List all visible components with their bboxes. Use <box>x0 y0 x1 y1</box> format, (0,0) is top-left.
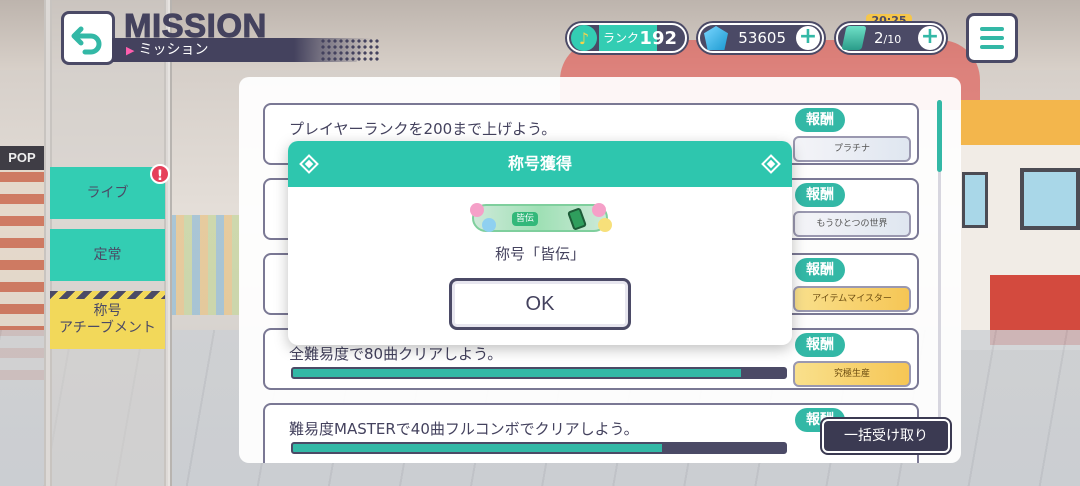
dialog-header: 称号獲得 <box>288 141 792 187</box>
flower-icon <box>470 203 484 217</box>
title-plate: 皆伝 <box>470 203 612 232</box>
title-plate-tag: 皆伝 <box>512 212 538 226</box>
ok-button[interactable]: OK <box>449 278 631 330</box>
dialog-message: 称号「皆伝」 <box>494 245 585 263</box>
dialog-title: 称号獲得 <box>507 154 572 173</box>
can-icon <box>567 207 587 231</box>
diamond-icon <box>761 154 781 174</box>
flower-icon <box>592 203 606 217</box>
flower-icon <box>482 218 496 232</box>
diamond-icon <box>299 154 319 174</box>
title-acquired-dialog: 称号獲得 皆伝 称号「皆伝」 OK <box>288 141 792 345</box>
flower-icon <box>598 218 612 232</box>
